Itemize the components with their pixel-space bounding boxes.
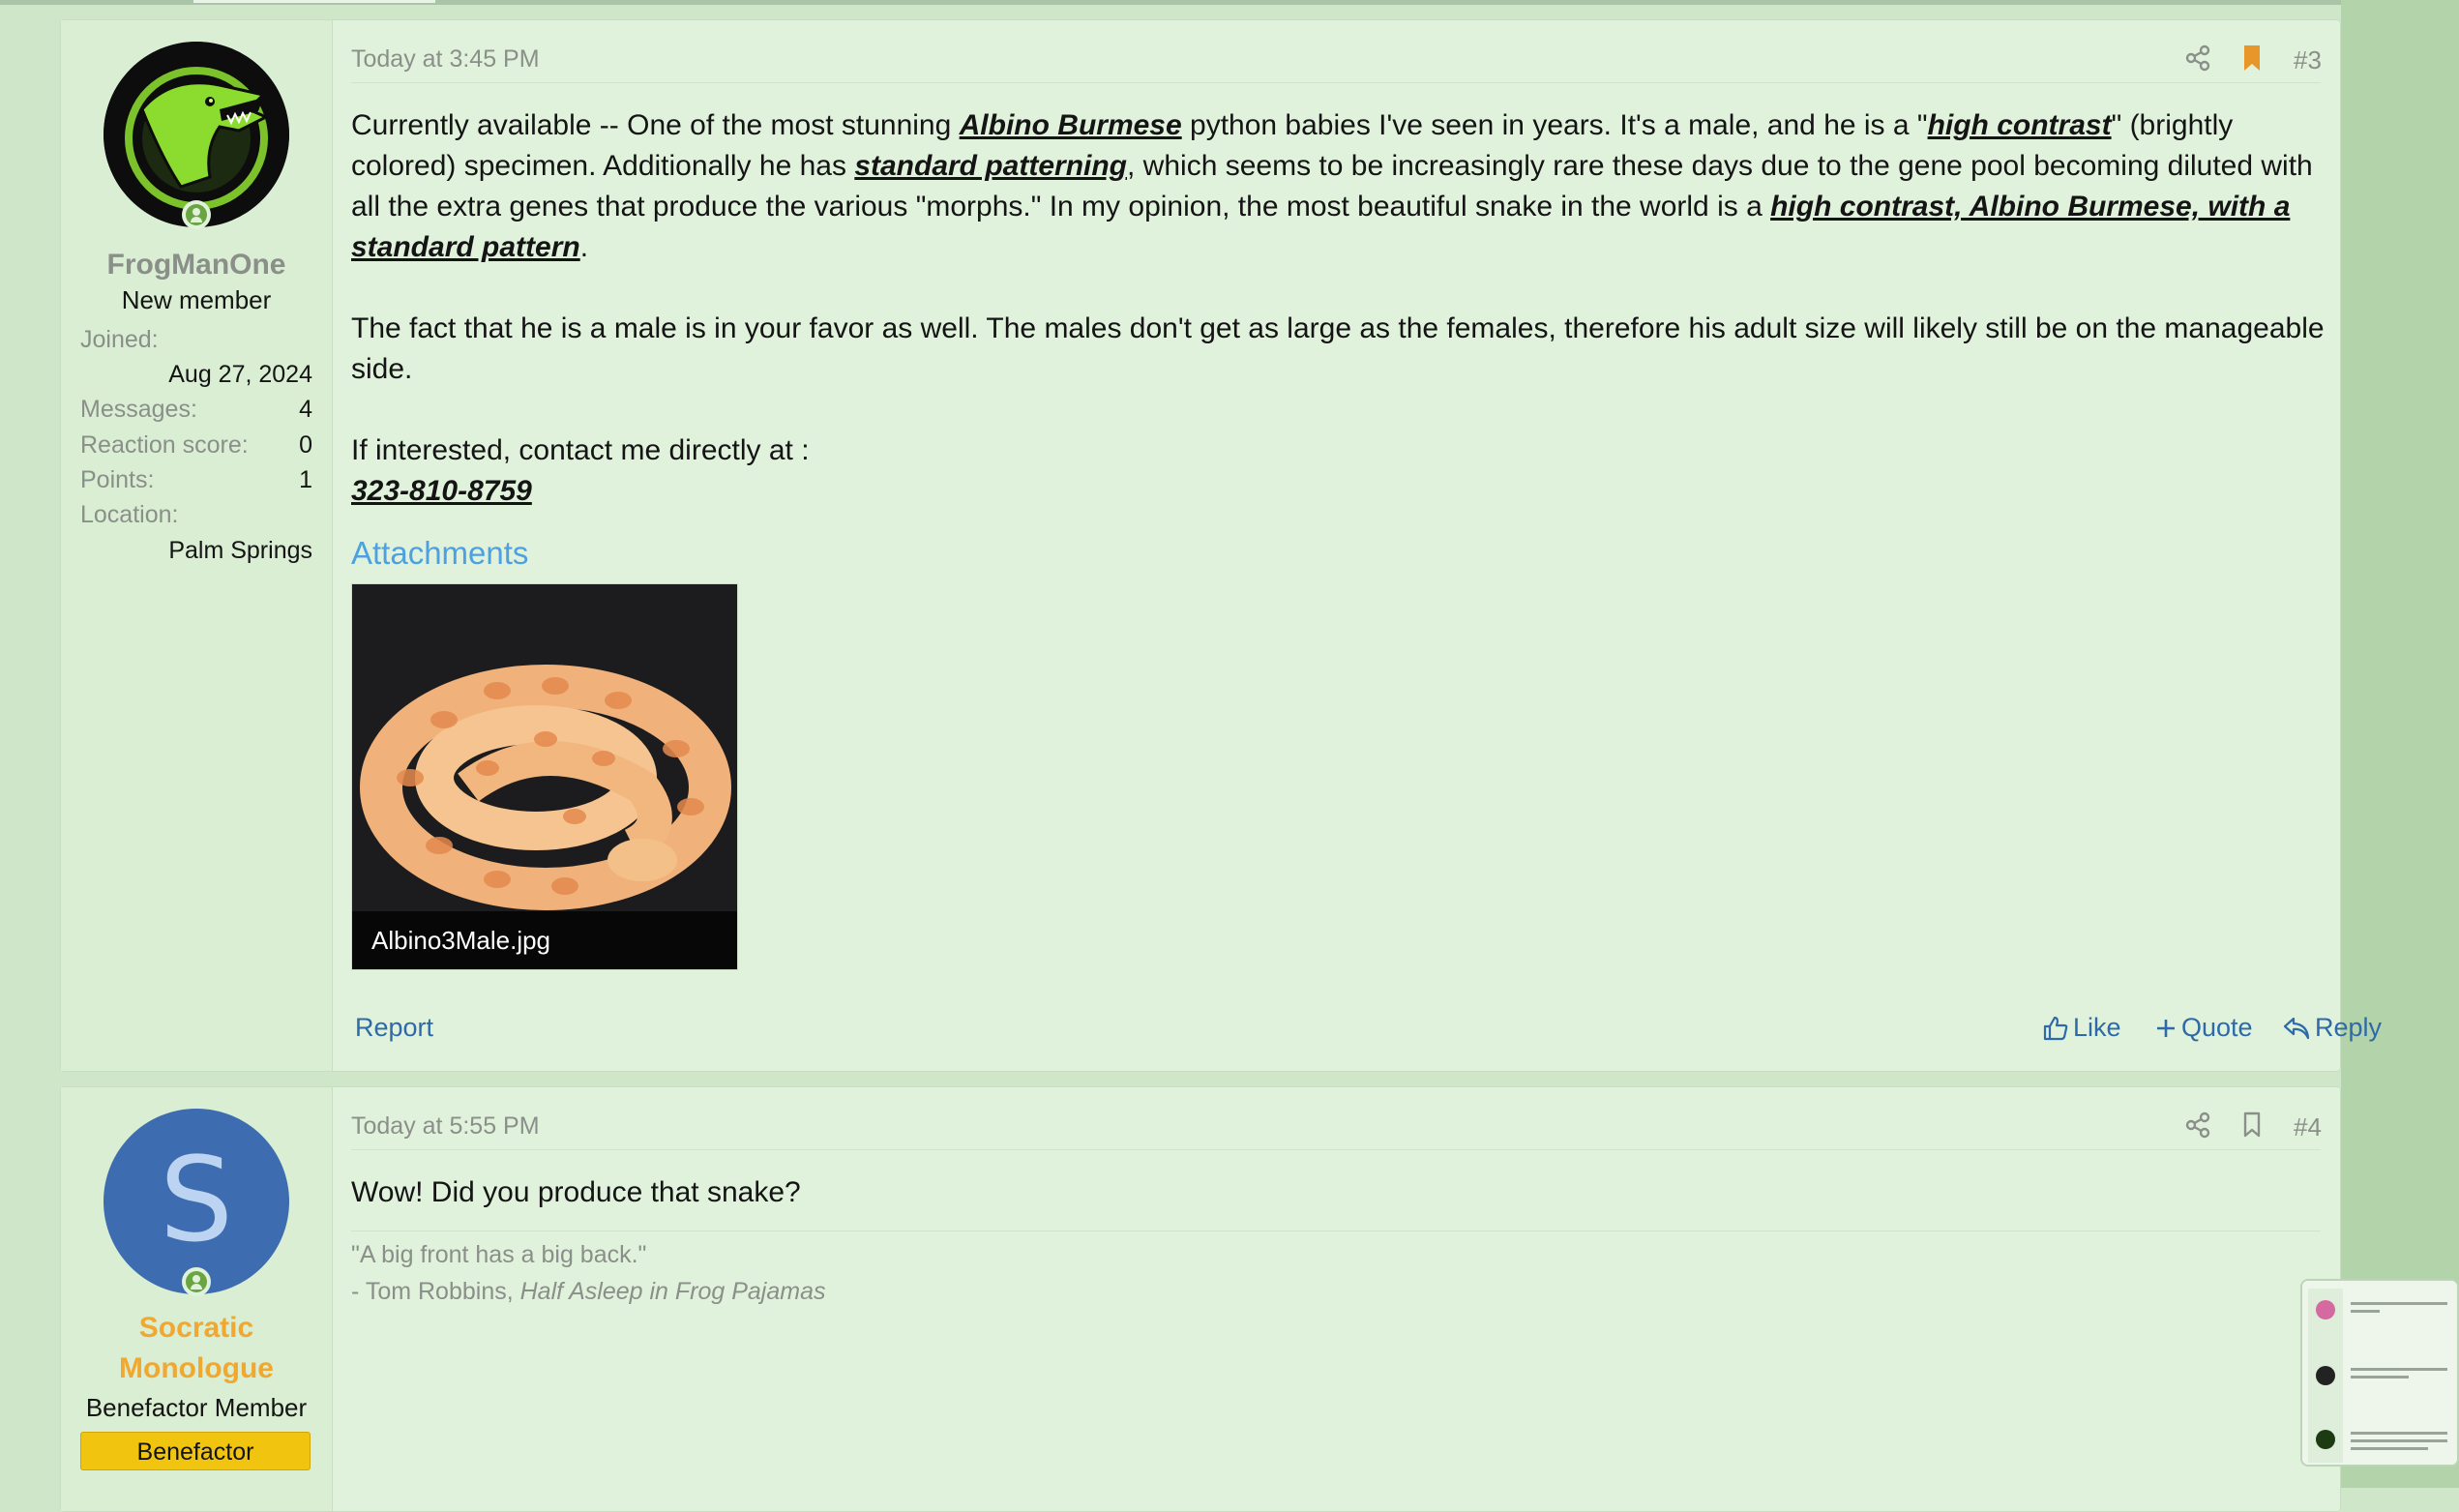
post-date[interactable]: Today at 3:45 PM <box>351 45 540 74</box>
signature-book-title: Half Asleep in Frog Pajamas <box>519 1278 826 1305</box>
post-message: Currently available -- One of the most s… <box>351 105 2325 512</box>
username-line-1[interactable]: Socratic <box>61 1312 332 1345</box>
stat-label-location: Location: <box>80 501 179 528</box>
attachments-title: Attachments <box>351 535 529 571</box>
bookmark-icon[interactable] <box>2237 1111 2266 1140</box>
like-label: Like <box>2073 1013 2121 1042</box>
like-icon <box>2043 1016 2068 1040</box>
quote-button[interactable]: Quote <box>2154 1013 2253 1043</box>
window-preview-image <box>2302 1281 2457 1465</box>
username-line-2[interactable]: Monologue <box>61 1352 332 1385</box>
signature-attribution: - Tom Robbins, Half Asleep in Frog Pajam… <box>351 1278 826 1305</box>
signature: "A big front has a big back." - Tom Robb… <box>351 1236 826 1310</box>
attachment-filename: Albino3Male.jpg <box>352 911 737 969</box>
online-status-icon <box>182 1267 211 1296</box>
quote-plus-icon <box>2157 1019 2175 1037</box>
stat-value-location[interactable]: Palm Springs <box>168 537 312 565</box>
post-message: Wow! Did you produce that snake? <box>351 1176 801 1208</box>
user-info-column: FrogManOne New member Joined: Aug 27, 20… <box>61 20 333 1071</box>
report-link[interactable]: Report <box>355 1013 433 1043</box>
attachment-thumbnail[interactable]: Albino3Male.jpg <box>351 583 738 970</box>
share-icon[interactable] <box>2183 44 2212 73</box>
emphasis-standard-patterning: standard patterning <box>854 150 1128 182</box>
user-info-column: S Socratic Monologue Benefactor Member B… <box>61 1087 333 1511</box>
stat-value-messages[interactable]: 4 <box>299 396 312 424</box>
username[interactable]: FrogManOne <box>61 249 332 282</box>
message-paragraph-2: The fact that he is a male is in your fa… <box>351 312 2325 385</box>
stat-label-joined: Joined: <box>80 326 159 353</box>
emphasis-high-contrast: high contrast <box>1927 109 2112 141</box>
stat-label-reaction-score: Reaction score: <box>80 431 249 459</box>
stat-label-messages: Messages: <box>80 396 197 423</box>
header-divider <box>351 1149 2321 1150</box>
emphasis-albino-burmese: Albino Burmese <box>959 109 1182 141</box>
post-number[interactable]: #4 <box>2294 1112 2322 1142</box>
user-title: New member <box>121 285 272 314</box>
phone-number: 323-810-8759 <box>351 475 532 507</box>
benefactor-badge: Benefactor <box>80 1432 311 1470</box>
reply-button[interactable]: Reply <box>2282 1013 2382 1043</box>
user-title: Benefactor Member <box>85 1393 308 1422</box>
window-preview-thumbnail[interactable] <box>2300 1279 2459 1467</box>
header-divider <box>351 82 2321 83</box>
stat-value-reaction-score: 0 <box>299 431 312 459</box>
page-right-gutter <box>2341 0 2459 1488</box>
message-paragraph-1: Currently available -- One of the most s… <box>351 109 2313 263</box>
signature-quote: "A big front has a big back." <box>351 1241 647 1268</box>
stat-value-points[interactable]: 1 <box>299 466 312 494</box>
post-3: FrogManOne New member Joined: Aug 27, 20… <box>60 19 2382 1072</box>
reply-icon <box>2283 1017 2310 1039</box>
quote-label: Quote <box>2181 1013 2253 1042</box>
post-number[interactable]: #3 <box>2294 45 2322 75</box>
reply-label: Reply <box>2315 1013 2383 1042</box>
stat-value-joined: Aug 27, 2024 <box>168 361 312 388</box>
post-4: S Socratic Monologue Benefactor Member B… <box>60 1086 2341 1512</box>
message-paragraph-3: If interested, contact me directly at : <box>351 434 810 466</box>
like-button[interactable]: Like <box>2042 1013 2121 1043</box>
stat-label-points: Points: <box>80 466 155 493</box>
post-date[interactable]: Today at 5:55 PM <box>351 1112 540 1141</box>
share-icon[interactable] <box>2183 1111 2212 1140</box>
signature-divider <box>351 1230 2321 1231</box>
top-scroll-edge <box>0 0 2459 5</box>
bookmark-icon[interactable] <box>2237 44 2266 73</box>
online-status-icon <box>182 200 211 229</box>
